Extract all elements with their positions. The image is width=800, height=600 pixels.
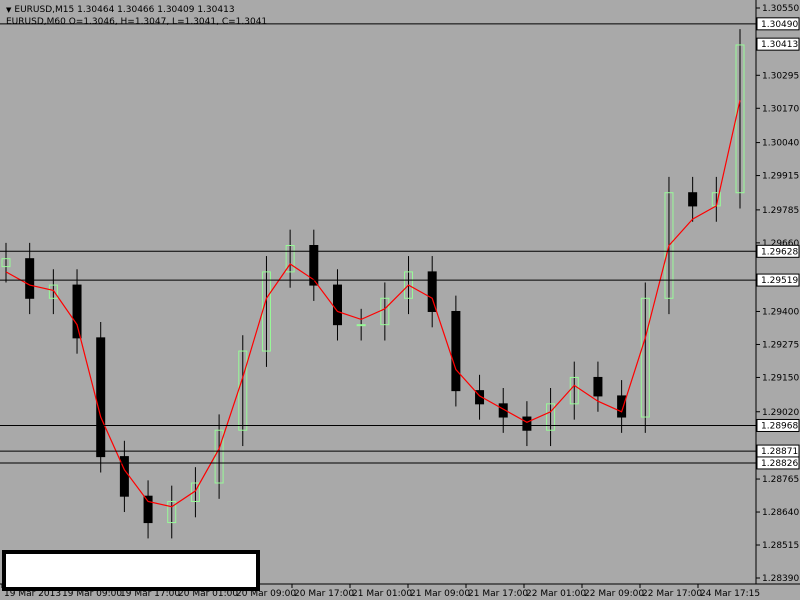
price-tick-label: 1.30040	[762, 139, 799, 149]
candle-body	[688, 192, 698, 207]
price-tick-label: 1.30170	[762, 104, 799, 114]
candle-body	[72, 284, 82, 339]
chart-window[interactable]: 1.30550 1.30295 1.30170 1.30040 1.29915 1.297…	[0, 0, 800, 600]
price-tick-label: 1.29150	[762, 373, 799, 383]
candle-body	[25, 258, 35, 299]
price-tick-label: 1.29020	[762, 408, 799, 418]
price-chart[interactable]: 1.30550 1.30295 1.30170 1.30040 1.29915 1.297…	[0, 0, 800, 600]
price-tag-label: 1.28968	[761, 421, 798, 431]
candle-body	[451, 310, 461, 392]
price-tick-label: 1.28640	[762, 508, 799, 518]
time-tick-label: 21 Mar 17:00	[468, 589, 528, 599]
candle-body	[593, 376, 603, 397]
candle-body	[356, 324, 366, 327]
ma-layer	[5, 100, 741, 508]
triangle-down-icon[interactable]: ▼	[6, 6, 11, 14]
time-tick-label: 21 Mar 09:00	[410, 589, 470, 599]
candles-layer	[1, 29, 745, 539]
price-tick-label: 1.30550	[762, 4, 799, 14]
price-tick-label: 1.30295	[762, 71, 799, 81]
price-tag-label: 1.29628	[761, 247, 798, 257]
time-tick-label: 21 Mar 01:00	[352, 589, 412, 599]
symbol-header-text: EURUSD,M15 1.30464 1.30466 1.30409 1.304…	[14, 5, 235, 15]
price-tag-label: 1.30490	[761, 20, 798, 30]
candle-body	[522, 416, 532, 431]
overlay-box	[2, 550, 260, 591]
candle-body	[143, 495, 153, 524]
price-tick-label: 1.29275	[762, 340, 799, 350]
price-axis[interactable]: 1.30550 1.30295 1.30170 1.30040 1.29915 1.297…	[756, 4, 799, 584]
time-tick-label: 22 Mar 17:00	[642, 589, 702, 599]
price-tick-label: 1.29400	[762, 307, 799, 317]
candle-body	[332, 284, 342, 326]
price-tick-label: 1.28515	[762, 541, 799, 551]
time-tick-label: 20 Mar 17:00	[294, 589, 354, 599]
price-tag-label: 1.28871	[761, 447, 798, 457]
price-tag-label: 1.28826	[761, 459, 798, 469]
price-tick-label: 1.29785	[762, 206, 799, 216]
horizontal-lines-layer[interactable]	[0, 23, 756, 464]
symbol-header: ▼ EURUSD,M15 1.30464 1.30466 1.30409 1.30…	[6, 5, 235, 16]
price-tag-label: 1.30413	[761, 40, 798, 50]
time-tick-label: 22 Mar 09:00	[584, 589, 644, 599]
candle-body	[617, 395, 627, 418]
candle-body	[96, 337, 106, 458]
price-tick-label: 1.28765	[762, 475, 799, 485]
indicator-header: EURUSD,M60 O=1.3046, H=1.3047, L=1.3041,…	[6, 17, 268, 27]
price-tick-label: 1.28390	[762, 574, 799, 584]
price-tag-label: 1.29519	[761, 276, 798, 286]
time-tick-label: 24 Mar 17:15	[700, 589, 760, 599]
moving-average-line	[5, 100, 741, 508]
price-tick-label: 1.29915	[762, 172, 799, 182]
time-tick-label: 22 Mar 01:00	[526, 589, 586, 599]
